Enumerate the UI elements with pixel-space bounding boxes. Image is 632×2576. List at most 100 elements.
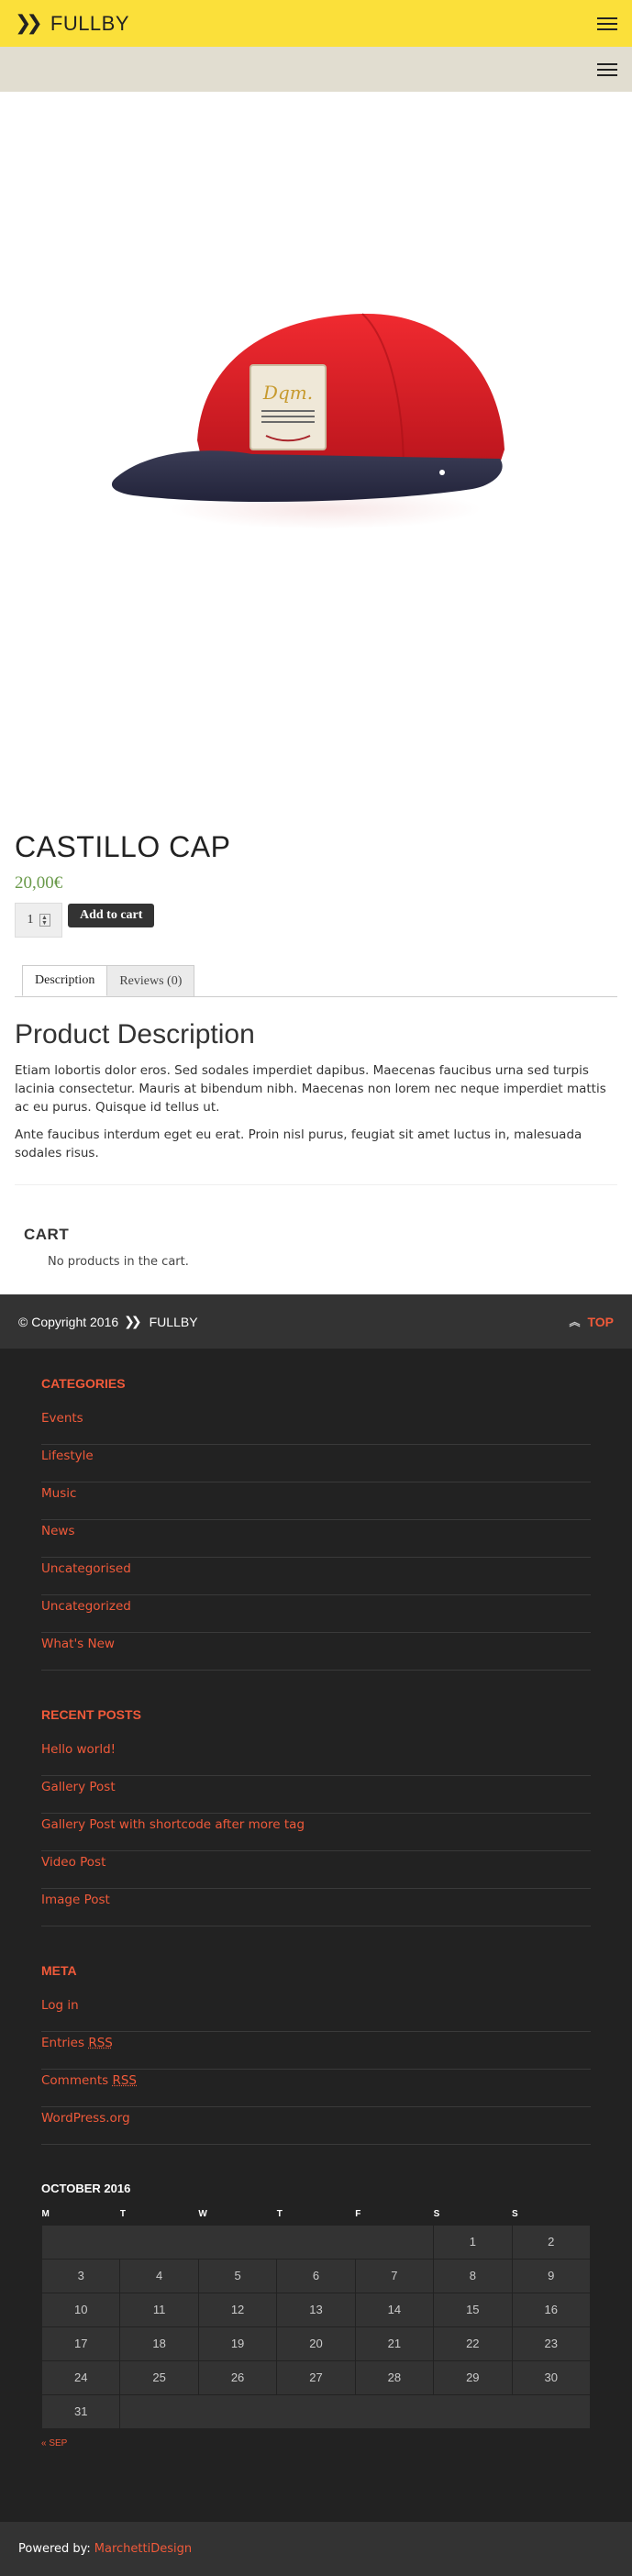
copyright-brand: FULLBY xyxy=(149,1314,198,1329)
main-menu-toggle[interactable] xyxy=(597,17,617,30)
calendar-day: 27 xyxy=(276,2359,356,2395)
calendar-week: 3456789 xyxy=(40,2258,592,2293)
calendar-day: 3 xyxy=(40,2258,121,2293)
calendar-empty-cell xyxy=(119,2393,591,2429)
category-link[interactable]: Uncategorised xyxy=(41,1558,591,1595)
tab-reviews[interactable]: Reviews (0) xyxy=(107,965,195,996)
category-link[interactable]: Lifestyle xyxy=(41,1445,591,1482)
categories-heading: CATEGORIES xyxy=(41,1376,126,1391)
calendar-day: 24 xyxy=(40,2359,121,2395)
double-chevron-icon: ❯❯ xyxy=(15,12,43,35)
recent-post-link[interactable]: Image Post xyxy=(41,1889,591,1926)
calendar-day: 25 xyxy=(119,2359,199,2395)
product-description: Product Description Etiam lobortis dolor… xyxy=(15,997,617,1185)
add-to-cart-button[interactable]: Add to cart xyxy=(68,904,155,927)
calendar-day: 26 xyxy=(197,2359,278,2395)
calendar-day: 11 xyxy=(119,2292,199,2327)
cart-heading: CART xyxy=(24,1226,70,1243)
back-to-top-link[interactable]: ︽ TOP xyxy=(569,1314,614,1329)
calendar-day: 6 xyxy=(276,2258,356,2293)
entries-rss-link[interactable]: Entries RSS xyxy=(41,2032,591,2070)
recent-post-link[interactable]: Gallery Post with shortcode after more t… xyxy=(41,1814,591,1851)
category-link[interactable]: News xyxy=(41,1520,591,1558)
calendar-day: 20 xyxy=(276,2326,356,2361)
calendar-table: MTWTFSS 1 2 3 4 5 6 7 8 9 10 11 12 13 14 15 16 17 18 19 20 2… xyxy=(40,2204,592,2429)
calendar-week: 17 18 19 20 21 22 23 xyxy=(40,2326,592,2361)
calendar-day: 21 xyxy=(354,2326,435,2361)
footer-widgets: CATEGORIES Events Lifestyle Music News U… xyxy=(0,1349,632,2522)
hamburger-icon xyxy=(597,62,617,65)
calendar-day: 28 xyxy=(354,2359,435,2395)
double-chevron-icon: ❯❯ xyxy=(124,1314,142,1329)
recent-post-link[interactable]: Video Post xyxy=(41,1851,591,1889)
meta-widget: META Log in Entries RSS Comments RSS Wor… xyxy=(41,1963,591,2145)
calendar-day-header: M xyxy=(41,2209,50,2220)
site-logo[interactable]: ❯❯ FULLBY xyxy=(15,12,129,36)
calendar-week: 24 25 26 27 28 29 30 xyxy=(40,2359,592,2395)
site-header: ❯❯ FULLBY xyxy=(0,0,632,92)
calendar-week: 31 xyxy=(40,2393,591,2429)
category-link[interactable]: What's New xyxy=(41,1633,591,1671)
calendar-day: 5 xyxy=(197,2258,278,2293)
category-link[interactable]: Music xyxy=(41,1482,591,1520)
quantity-stepper[interactable]: 1 ▲ ▼ xyxy=(15,903,62,938)
category-link[interactable]: Uncategorized xyxy=(41,1595,591,1633)
hamburger-icon xyxy=(597,17,617,19)
calendar-day: 12 xyxy=(197,2292,278,2327)
calendar-day: 2 xyxy=(511,2224,592,2260)
recent-posts-widget: RECENT POSTS Hello world! Gallery Post G… xyxy=(41,1707,591,1926)
calendar-day-header: W xyxy=(198,2209,207,2220)
top-bar: ❯❯ FULLBY xyxy=(0,0,632,47)
calendar-day: 7 xyxy=(354,2258,435,2293)
calendar-day: 31 xyxy=(40,2393,121,2429)
product-price: 20,00€ xyxy=(15,873,63,893)
categories-widget: CATEGORIES Events Lifestyle Music News U… xyxy=(41,1376,591,1671)
calendar-day: 22 xyxy=(433,2326,513,2361)
calendar-day: 18 xyxy=(119,2326,199,2361)
quantity-value: 1 xyxy=(27,913,34,927)
calendar-day-header: F xyxy=(355,2209,361,2220)
cap-label-text: Dqm. xyxy=(261,382,312,404)
recent-post-link[interactable]: Gallery Post xyxy=(41,1776,591,1814)
calendar-heading: OCTOBER 2016 xyxy=(41,2182,131,2195)
calendar-day: 30 xyxy=(511,2359,592,2395)
calendar-day: 1 xyxy=(433,2224,513,2260)
tab-description[interactable]: Description xyxy=(22,965,108,996)
calendar-day: 15 xyxy=(433,2292,513,2327)
powered-by-link[interactable]: MarchettiDesign xyxy=(94,2542,192,2556)
description-paragraph: Ante faucibus interdum eget eu erat. Pro… xyxy=(15,1127,582,1160)
calendar-day: 19 xyxy=(197,2326,278,2361)
secondary-menu-toggle[interactable] xyxy=(597,62,617,76)
back-to-top-label: TOP xyxy=(587,1314,614,1329)
cap-image: Dqm. xyxy=(111,313,504,529)
meta-heading: META xyxy=(41,1963,77,1978)
calendar-day-header: T xyxy=(276,2209,283,2220)
calendar-day: 14 xyxy=(354,2292,435,2327)
calendar-day: 10 xyxy=(40,2292,121,2327)
calendar-day: 13 xyxy=(276,2292,356,2327)
calendar-day: 4 xyxy=(119,2258,199,2293)
comments-rss-link[interactable]: Comments RSS xyxy=(41,2070,591,2107)
calendar-day-header: S xyxy=(433,2209,440,2220)
powered-by-label: Powered by: xyxy=(18,2541,91,2556)
calendar-day: 29 xyxy=(433,2359,513,2395)
category-link[interactable]: Events xyxy=(41,1407,591,1445)
copyright-bar: © Copyright 2016 ❯❯ FULLBY ︽ TOP xyxy=(0,1294,632,1349)
recent-post-link[interactable]: Hello world! xyxy=(41,1738,591,1776)
calendar-day: 8 xyxy=(433,2258,513,2293)
login-link[interactable]: Log in xyxy=(41,1994,591,2032)
product-tabs: Description Reviews (0) xyxy=(15,965,617,997)
product-image[interactable]: Dqm. xyxy=(0,92,632,734)
description-heading: Product Description xyxy=(15,1019,255,1049)
calendar-widget: OCTOBER 2016 MTWTFSS 1 2 3 4 5 6 7 8 9 10 11 12 13 14… xyxy=(40,2182,592,2448)
calendar-day: 23 xyxy=(511,2326,592,2361)
product-summary: CASTILLO CAP 20,00€ 1 ▲ ▼ Add to cart xyxy=(0,830,632,938)
cart-empty-message: No products in the cart. xyxy=(48,1255,189,1269)
copyright-text: © Copyright 2016 xyxy=(18,1314,119,1329)
spinner-icon[interactable]: ▲ ▼ xyxy=(39,914,50,927)
calendar-day-header: S xyxy=(512,2209,518,2220)
calendar-week: 10 11 12 13 14 15 16 xyxy=(40,2292,592,2327)
calendar-day: 17 xyxy=(40,2326,121,2361)
wordpress-org-link[interactable]: WordPress.org xyxy=(41,2107,591,2145)
calendar-prev-month-link[interactable]: « SEP xyxy=(41,2438,591,2448)
